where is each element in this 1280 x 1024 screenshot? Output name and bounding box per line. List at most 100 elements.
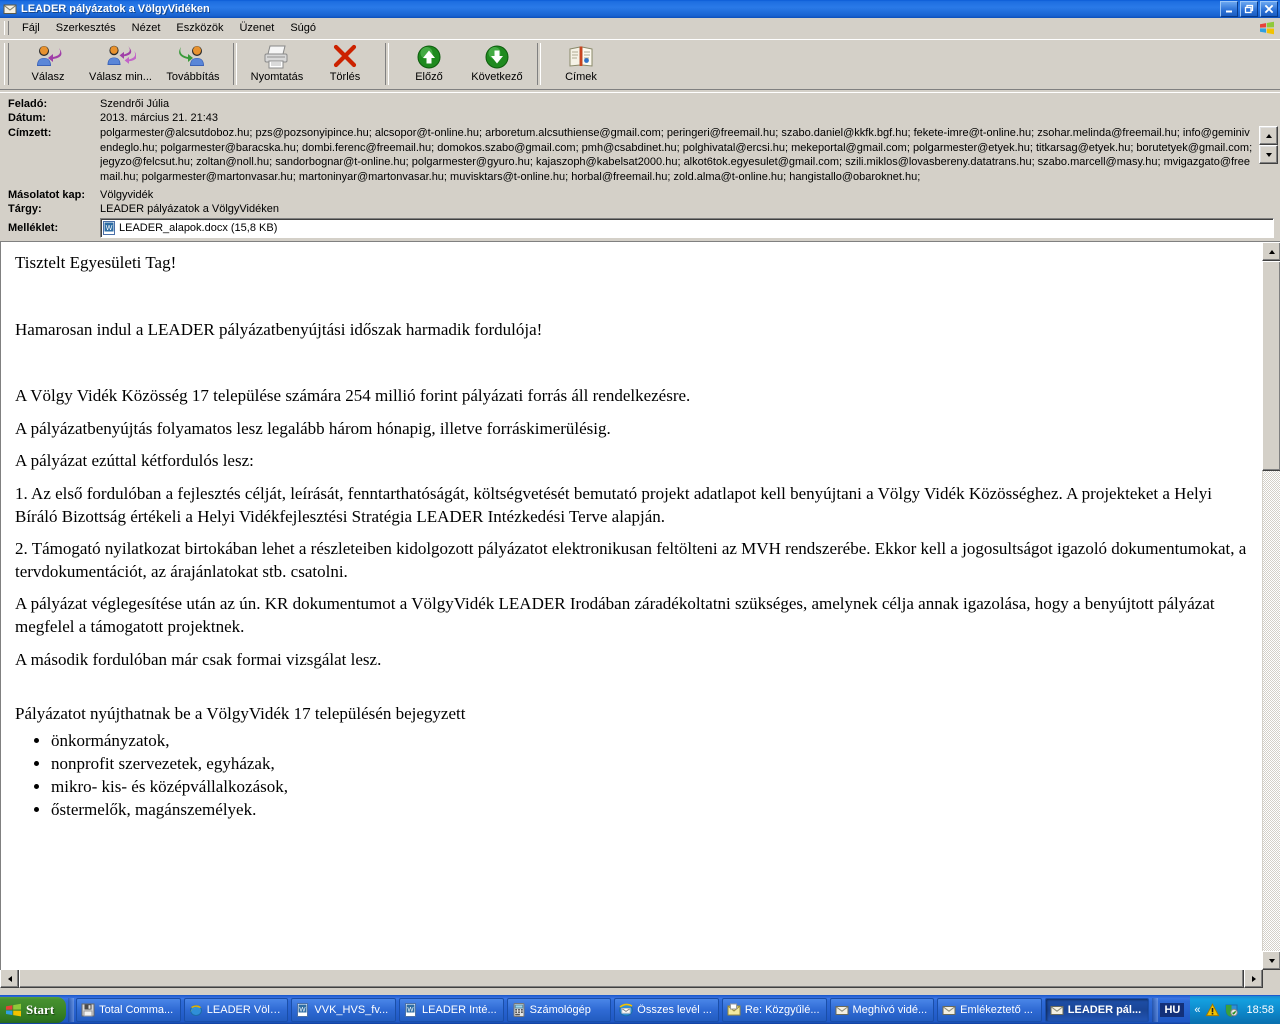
forward-label: Továbbítás	[166, 71, 220, 83]
print-button[interactable]: Nyomtatás	[243, 40, 311, 86]
outlook-express-icon	[619, 1003, 634, 1017]
menu-message[interactable]: Üzenet	[231, 20, 282, 36]
taskbar-item-leader-intezkedesi[interactable]: W LEADER Inté...	[399, 998, 504, 1022]
shield-icon[interactable]	[1224, 1003, 1239, 1018]
taskbar-item-leader-palyazatok[interactable]: LEADER pál...	[1044, 998, 1150, 1022]
delete-x-icon	[331, 44, 359, 70]
envelope-icon	[942, 1003, 956, 1017]
taskbar-divider-2	[1152, 998, 1159, 1022]
start-label: Start	[26, 1002, 55, 1017]
taskbar-item-leader-volgy[interactable]: LEADER Völg...	[183, 998, 289, 1022]
taskbar-item-emlekezteto[interactable]: Emlékeztető ...	[937, 998, 1042, 1022]
security-alert-icon[interactable]	[1205, 1002, 1220, 1018]
cc-value: Völgyvidék	[100, 189, 154, 201]
taskbar-item-label: Számológép	[529, 1004, 591, 1016]
reply-all-button[interactable]: Válasz min...	[82, 40, 159, 86]
previous-button[interactable]: Előző	[395, 40, 463, 86]
next-label: Következő	[471, 71, 523, 83]
email-reader-window: LEADER pályázatok a VölgyVidéken Fájl Sz…	[0, 0, 1280, 1024]
body-vertical-scrollbar[interactable]	[1262, 242, 1280, 970]
menu-tools[interactable]: Eszközök	[168, 20, 231, 36]
menu-help[interactable]: Súgó	[282, 20, 324, 36]
taskbar-item-label: Emlékeztető ...	[960, 1004, 1033, 1016]
taskbar-item-label: LEADER Völg...	[206, 1004, 284, 1016]
windows-flag-icon	[5, 1002, 22, 1018]
body-paragraph-2: A pályázatbenyújtás folyamatos lesz lega…	[15, 418, 611, 438]
body-hscroll-thumb[interactable]	[19, 969, 1244, 988]
recipients-scroll-down-button[interactable]	[1259, 145, 1278, 164]
taskbar-item-label: Meghívó vidé...	[852, 1004, 928, 1016]
from-value: Szendrői Júlia	[100, 98, 170, 110]
toolbar-separator-3	[536, 43, 541, 85]
date-value: 2013. március 21. 21:43	[100, 112, 219, 124]
date-label: Dátum:	[8, 112, 46, 124]
start-button[interactable]: Start	[0, 997, 67, 1023]
body-scroll-left-button[interactable]	[0, 969, 19, 988]
delete-button[interactable]: Törlés	[311, 40, 379, 86]
close-button[interactable]	[1260, 1, 1278, 17]
list-item: őstermelők, magánszemélyek.	[51, 799, 1248, 822]
list-item: önkormányzatok,	[51, 730, 1248, 753]
body-paragraph-6: A pályázat véglegesítése után az ún. KR …	[15, 594, 1215, 637]
reply-button[interactable]: Válasz	[14, 40, 82, 86]
addresses-button[interactable]: Címek	[547, 40, 615, 86]
list-item: mikro- kis- és középvállalkozások,	[51, 776, 1248, 799]
envelope-icon	[1050, 1003, 1064, 1017]
menu-grip[interactable]	[4, 21, 9, 35]
minimize-button[interactable]	[1220, 1, 1238, 17]
body-scroll-up-button[interactable]	[1262, 242, 1280, 261]
toolbar: Válasz Válasz min... Továbbítás Nyomtatá…	[0, 39, 1280, 92]
taskbar-item-re-kozgyules[interactable]: Re: Közgyűlé...	[721, 998, 827, 1022]
taskbar-item-label: Összes levél ...	[637, 1004, 712, 1016]
attachment-list[interactable]: W LEADER_alapok.docx (15,8 KB)	[100, 218, 1274, 238]
floppy-disk-icon	[81, 1003, 95, 1017]
system-tray: « 18:58	[1190, 996, 1280, 1024]
language-indicator[interactable]: HU	[1160, 1003, 1185, 1017]
taskbar-item-total-commander[interactable]: Total Comma...	[76, 998, 181, 1022]
body-scroll-right-button[interactable]	[1244, 969, 1263, 988]
taskbar-item-label: Re: Közgyűlé...	[744, 1004, 820, 1016]
message-header: Feladó: Szendrői Júlia Dátum: 2013. márc…	[0, 92, 1280, 238]
next-button[interactable]: Következő	[463, 40, 531, 86]
attachment-name[interactable]: LEADER_alapok.docx (15,8 KB)	[119, 222, 277, 234]
date-row: Dátum: 2013. március 21. 21:43	[0, 111, 1280, 125]
reply-all-icon	[104, 44, 137, 70]
from-row: Feladó: Szendrői Júlia	[0, 97, 1280, 111]
previous-label: Előző	[415, 71, 443, 83]
menu-edit[interactable]: Szerkesztés	[48, 20, 124, 36]
menu-bar: Fájl Szerkesztés Nézet Eszközök Üzenet S…	[0, 18, 1280, 39]
window-title: LEADER pályázatok a VölgyVidéken	[21, 3, 210, 15]
taskbar-item-vvk-hvs[interactable]: W VVK_HVS_fv...	[291, 998, 397, 1022]
to-row: Címzett: polgarmester@alcsutdoboz.hu; pz…	[0, 126, 1280, 186]
list-item: nonprofit szervezetek, egyházak,	[51, 753, 1248, 776]
taskbar-buttons: Total Comma... LEADER Völg... W VVK_HVS_…	[74, 998, 1152, 1022]
toolbar-separator	[232, 43, 237, 85]
taskbar-item-label: LEADER Inté...	[422, 1004, 497, 1016]
delete-label: Törlés	[329, 71, 361, 83]
envelope-icon	[3, 2, 17, 16]
body-scroll-down-button[interactable]	[1262, 951, 1280, 970]
body-horizontal-scrollbar[interactable]	[0, 969, 1280, 988]
body-paragraph-5: 2. Támogató nyilatkozat birtokában lehet…	[15, 539, 1247, 581]
body-scroll-thumb[interactable]	[1262, 261, 1280, 471]
menu-view[interactable]: Nézet	[124, 20, 169, 36]
menu-file[interactable]: Fájl	[14, 20, 48, 36]
maximize-button[interactable]	[1240, 1, 1258, 17]
taskbar-item-calculator[interactable]: Számológép	[506, 998, 612, 1022]
cc-row: Másolatot kap: Völgyvidék	[0, 188, 1280, 202]
cc-label: Másolatot kap:	[8, 189, 86, 201]
toolbar-grip[interactable]	[4, 43, 9, 85]
recipients-scrollbar[interactable]	[1259, 126, 1278, 184]
reply-all-label: Válasz min...	[89, 71, 152, 83]
recipients-scroll-up-button[interactable]	[1259, 126, 1278, 145]
taskbar-item-meghivo[interactable]: Meghívó vidé...	[829, 998, 935, 1022]
chevron-expand-icon[interactable]: «	[1194, 1004, 1200, 1016]
taskbar-item-osszes-level[interactable]: Összes levél ...	[614, 998, 719, 1022]
forward-button[interactable]: Továbbítás	[159, 40, 227, 86]
mail-open-icon	[727, 1003, 741, 1017]
body-list: önkormányzatok, nonprofit szervezetek, e…	[15, 730, 1248, 822]
printer-icon	[262, 44, 292, 70]
clock[interactable]: 18:58	[1246, 1004, 1274, 1016]
body-paragraph-3: A pályázat ezúttal kétfordulós lesz:	[15, 451, 254, 471]
attachment-row: Melléklet: W LEADER_alapok.docx (15,8 KB…	[0, 218, 1280, 238]
